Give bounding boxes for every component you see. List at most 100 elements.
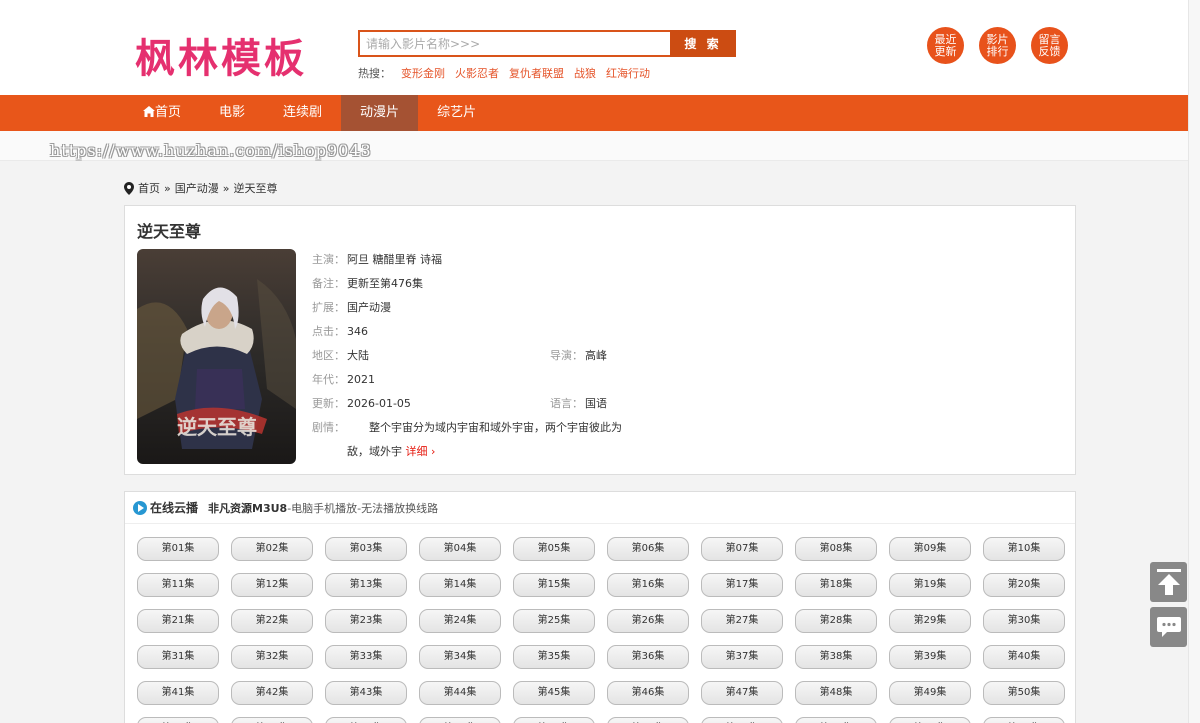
feedback-button[interactable]: 留言反馈 [1031, 27, 1068, 64]
chat-button[interactable] [1150, 607, 1187, 647]
episode-button[interactable]: 第51集 [137, 717, 219, 723]
episode-button[interactable]: 第01集 [137, 537, 219, 561]
episode-button[interactable]: 第30集 [983, 609, 1065, 633]
episode-button[interactable]: 第40集 [983, 645, 1065, 669]
search-input[interactable] [358, 30, 670, 57]
nav-item-movies[interactable]: 电影 [200, 95, 264, 131]
episode-button[interactable]: 第56集 [607, 717, 689, 723]
nav-item-anime[interactable]: 动漫片 [341, 95, 419, 131]
episode-button[interactable]: 第03集 [325, 537, 407, 561]
back-to-top-button[interactable] [1150, 562, 1187, 602]
plot-more-link[interactable]: 详细 › [406, 445, 436, 458]
updated-value: 2026-01-05 [347, 397, 411, 410]
video-poster[interactable]: 逆天至尊 [137, 249, 296, 464]
episode-button[interactable]: 第45集 [513, 681, 595, 705]
hot-search-link[interactable]: 火影忍者 [455, 65, 499, 81]
episode-button[interactable]: 第32集 [231, 645, 313, 669]
page-scrollbar[interactable] [1188, 0, 1200, 723]
episode-button[interactable]: 第46集 [607, 681, 689, 705]
arrow-up-icon [1156, 569, 1181, 595]
episode-button[interactable]: 第47集 [701, 681, 783, 705]
episode-button[interactable]: 第18集 [795, 573, 877, 597]
breadcrumb-separator: » [164, 181, 171, 195]
hot-search-link[interactable]: 变形金刚 [401, 65, 445, 81]
episode-button[interactable]: 第05集 [513, 537, 595, 561]
episode-button[interactable]: 第59集 [889, 717, 971, 723]
episode-button[interactable]: 第14集 [419, 573, 501, 597]
search-box: 搜 索 [358, 30, 736, 57]
episode-button[interactable]: 第29集 [889, 609, 971, 633]
episode-button[interactable]: 第60集 [983, 717, 1065, 723]
episode-button[interactable]: 第08集 [795, 537, 877, 561]
episode-button[interactable]: 第15集 [513, 573, 595, 597]
episode-button[interactable]: 第20集 [983, 573, 1065, 597]
episode-button[interactable]: 第04集 [419, 537, 501, 561]
episode-button[interactable]: 第42集 [231, 681, 313, 705]
search-button[interactable]: 搜 索 [670, 30, 736, 57]
ranking-button[interactable]: 影片排行 [979, 27, 1016, 64]
episode-button[interactable]: 第27集 [701, 609, 783, 633]
episode-button[interactable]: 第50集 [983, 681, 1065, 705]
episode-button[interactable]: 第21集 [137, 609, 219, 633]
episode-button[interactable]: 第16集 [607, 573, 689, 597]
episode-button[interactable]: 第23集 [325, 609, 407, 633]
episode-button[interactable]: 第19集 [889, 573, 971, 597]
hot-search-link[interactable]: 复仇者联盟 [509, 65, 564, 81]
player-title: 在线云播 [150, 501, 199, 515]
episode-button[interactable]: 第49集 [889, 681, 971, 705]
episode-button[interactable]: 第10集 [983, 537, 1065, 561]
clicks-label: 点击： [312, 325, 345, 338]
source-desc: -电脑手机播放-无法播放换线路 [287, 501, 439, 515]
breadcrumb: 首页 » 国产动漫 » 逆天至尊 [124, 180, 277, 196]
episode-button[interactable]: 第24集 [419, 609, 501, 633]
language-label: 语言： [550, 397, 583, 410]
hot-search-link[interactable]: 战狼 [574, 65, 596, 81]
episode-button[interactable]: 第26集 [607, 609, 689, 633]
episode-button[interactable]: 第55集 [513, 717, 595, 723]
episode-button[interactable]: 第25集 [513, 609, 595, 633]
breadcrumb-separator: » [222, 181, 230, 195]
svg-text:逆天至尊: 逆天至尊 [177, 415, 257, 439]
episode-button[interactable]: 第53集 [325, 717, 407, 723]
site-logo[interactable]: 枫林模板 [135, 26, 307, 84]
episode-button[interactable]: 第37集 [701, 645, 783, 669]
video-info-panel: 逆天至尊 逆天至尊 主演： 阿旦 糖醋里脊 诗福 备注： 更新至第476集 扩展… [124, 205, 1076, 475]
location-pin-icon [124, 181, 134, 195]
episode-button[interactable]: 第58集 [795, 717, 877, 723]
episode-button[interactable]: 第44集 [419, 681, 501, 705]
breadcrumb-home[interactable]: 首页 [138, 180, 160, 196]
episode-button[interactable]: 第43集 [325, 681, 407, 705]
episode-button[interactable]: 第36集 [607, 645, 689, 669]
episode-button[interactable]: 第11集 [137, 573, 219, 597]
episode-button[interactable]: 第57集 [701, 717, 783, 723]
hot-search-link[interactable]: 红海行动 [606, 65, 650, 81]
episode-button[interactable]: 第54集 [419, 717, 501, 723]
episode-button[interactable]: 第12集 [231, 573, 313, 597]
breadcrumb-category[interactable]: 国产动漫 [175, 180, 219, 196]
director-label: 导演： [550, 349, 583, 362]
episode-button[interactable]: 第07集 [701, 537, 783, 561]
episode-button[interactable]: 第28集 [795, 609, 877, 633]
recent-updates-button[interactable]: 最近更新 [927, 27, 964, 64]
episode-button[interactable]: 第06集 [607, 537, 689, 561]
episode-button[interactable]: 第35集 [513, 645, 595, 669]
episode-button[interactable]: 第41集 [137, 681, 219, 705]
nav-item-series[interactable]: 连续剧 [264, 95, 341, 131]
episode-button[interactable]: 第52集 [231, 717, 313, 723]
chat-icon [1156, 617, 1181, 637]
episode-button[interactable]: 第09集 [889, 537, 971, 561]
episode-button[interactable]: 第31集 [137, 645, 219, 669]
episode-button[interactable]: 第33集 [325, 645, 407, 669]
extension-label: 扩展： [312, 301, 345, 314]
episode-button[interactable]: 第22集 [231, 609, 313, 633]
episode-button[interactable]: 第39集 [889, 645, 971, 669]
episode-button[interactable]: 第48集 [795, 681, 877, 705]
nav-item-home[interactable]: 首页 [124, 95, 200, 131]
episode-button[interactable]: 第13集 [325, 573, 407, 597]
language-value: 国语 [585, 397, 607, 410]
nav-item-variety[interactable]: 综艺片 [418, 95, 495, 131]
episode-button[interactable]: 第34集 [419, 645, 501, 669]
episode-button[interactable]: 第02集 [231, 537, 313, 561]
episode-button[interactable]: 第38集 [795, 645, 877, 669]
episode-button[interactable]: 第17集 [701, 573, 783, 597]
